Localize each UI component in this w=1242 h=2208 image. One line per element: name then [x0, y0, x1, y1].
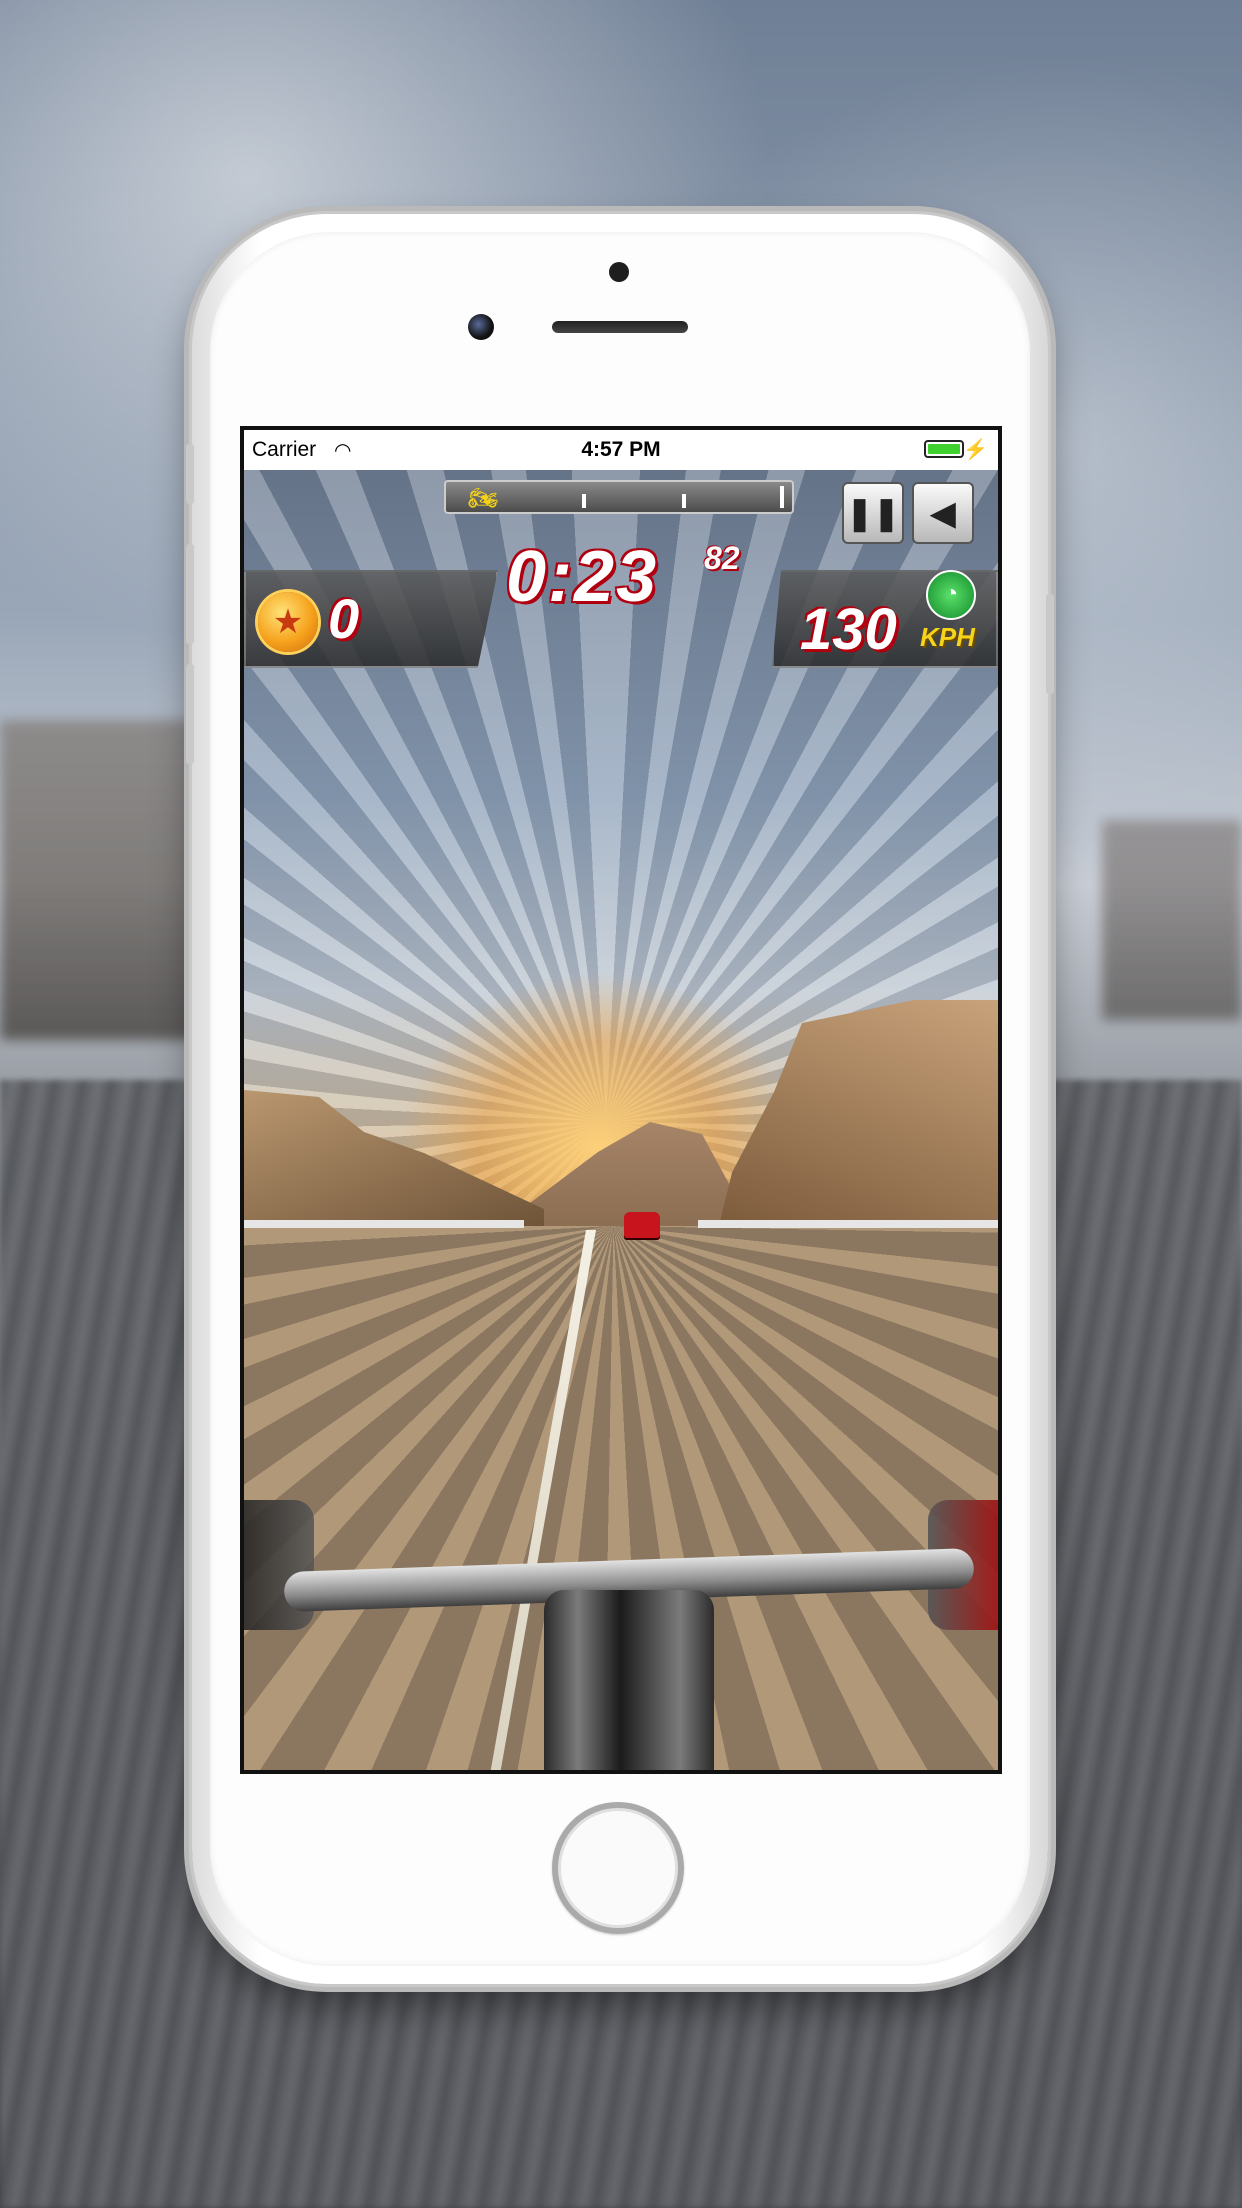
speaker-icon: ◀ — [930, 495, 956, 531]
volume-up-button — [186, 544, 194, 644]
battery-icon — [924, 440, 964, 458]
speedometer-icon: ◔ — [926, 570, 976, 620]
progress-finish-mark — [780, 486, 784, 508]
phone-screen: Carrier ◠ 4:57 PM ⚡ 🏍 ❚❚ ◀ 0:23 82 ★ 0 ◔… — [240, 426, 1002, 1774]
volume-down-button — [186, 664, 194, 764]
race-progress-bar: 🏍 — [444, 480, 794, 514]
pause-button[interactable]: ❚❚ — [842, 482, 904, 544]
speed-value: 130 — [800, 597, 897, 662]
mute-switch — [186, 444, 194, 504]
charging-bolt-icon: ⚡ — [963, 439, 988, 461]
sound-button[interactable]: ◀ — [912, 482, 974, 544]
earpiece-speaker — [552, 321, 688, 333]
status-time: 4:57 PM — [581, 438, 661, 461]
proximity-sensor — [609, 262, 629, 282]
rock-left — [244, 1090, 544, 1230]
guardrail-right — [698, 1220, 998, 1228]
progress-tick — [582, 494, 586, 508]
status-bar: Carrier ◠ 4:57 PM ⚡ — [244, 430, 998, 470]
front-camera — [468, 314, 494, 340]
rock-right — [718, 1000, 998, 1230]
pause-icon: ❚❚ — [846, 495, 900, 531]
race-timer: 0:23 — [506, 537, 659, 617]
traffic-car — [624, 1212, 660, 1238]
motorcycle-fork — [544, 1590, 714, 1770]
coin-count: 0 — [328, 587, 360, 650]
motorcycle-icon: 🏍 — [468, 485, 499, 512]
background-grandstand-left — [0, 720, 200, 1040]
home-button[interactable] — [552, 1802, 684, 1934]
background-grandstand-right — [1102, 820, 1242, 1020]
progress-tick — [682, 494, 686, 508]
guardrail-left — [244, 1220, 524, 1228]
coin-icon: ★ — [258, 592, 318, 652]
race-timer-fraction: 82 — [704, 540, 740, 576]
game-viewport[interactable]: 🏍 ❚❚ ◀ 0:23 82 ★ 0 ◔ 130 KPH — [244, 470, 998, 1770]
power-button — [1046, 594, 1054, 694]
speed-unit: KPH — [920, 622, 975, 652]
